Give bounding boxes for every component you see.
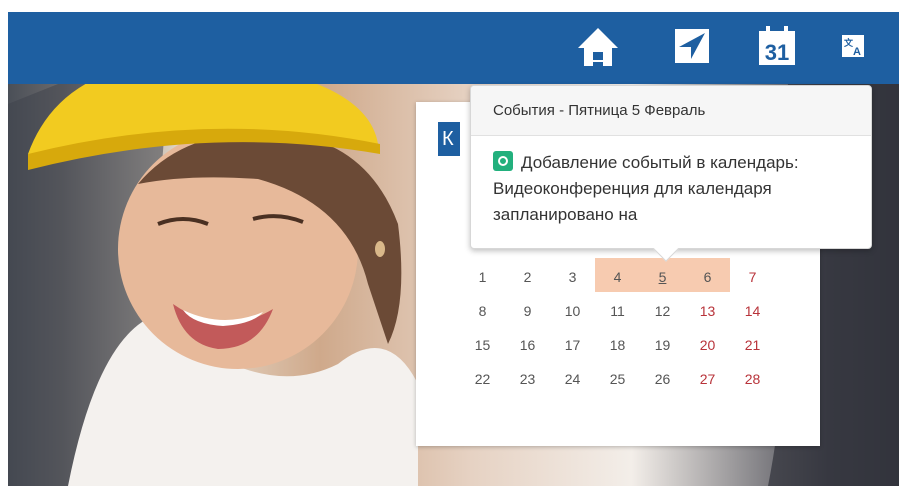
calendar-day[interactable]: 11 [595, 292, 640, 326]
calendar-day[interactable]: 15 [460, 326, 505, 360]
calendar-title: К [438, 122, 460, 156]
calendar-day[interactable]: 17 [550, 326, 595, 360]
calendar-day[interactable]: 8 [460, 292, 505, 326]
popover-title: События - Пятница 5 Февраль [471, 86, 871, 136]
calendar-day[interactable]: 10 [550, 292, 595, 326]
calendar-day[interactable]: 22 [460, 360, 505, 394]
calendar-day[interactable]: 3 [550, 258, 595, 292]
home-icon[interactable] [574, 22, 622, 70]
calendar-day[interactable]: 12 [640, 292, 685, 326]
calendar-day-weekend[interactable]: 7 [730, 258, 775, 292]
calendar-day[interactable]: 1 [460, 258, 505, 292]
calendar-day[interactable]: 2 [505, 258, 550, 292]
event-text: Добавление событый в календарь: Видеокон… [493, 153, 799, 224]
top-navigation-bar: 31 文 A [8, 12, 899, 84]
calendar-day[interactable]: 19 [640, 326, 685, 360]
calendar-day-weekend[interactable]: 20 [685, 326, 730, 360]
calendar-day-weekend[interactable]: 13 [685, 292, 730, 326]
calendar-day-today[interactable]: 5 [640, 258, 685, 292]
calendar-day[interactable]: 26 [640, 360, 685, 394]
calendar-day[interactable]: 9 [505, 292, 550, 326]
calendar-day[interactable]: 24 [550, 360, 595, 394]
calendar-day[interactable]: 18 [595, 326, 640, 360]
calendar-week-row: 22 23 24 25 26 27 28 [460, 360, 775, 394]
calendar-week-row: 8 9 10 11 12 13 14 [460, 292, 775, 326]
event-popover: События - Пятница 5 Февраль Добавление с… [470, 85, 872, 262]
popover-event-item[interactable]: Добавление событый в календарь: Видеокон… [471, 136, 871, 228]
calendar-day-weekend[interactable]: 21 [730, 326, 775, 360]
calendar-week-row: 1 2 3 4 5 6 7 [460, 258, 775, 292]
calendar-day-highlighted[interactable]: 6 [685, 258, 730, 292]
calendar-day[interactable]: 25 [595, 360, 640, 394]
calendar-day-highlighted[interactable]: 4 [595, 258, 640, 292]
calendar-icon[interactable]: 31 [753, 22, 801, 70]
calendar-day-grid: 1 2 3 4 5 6 7 8 9 10 11 12 13 14 15 16 1… [460, 258, 775, 394]
calendar-day-weekend[interactable]: 14 [730, 292, 775, 326]
svg-text:A: A [853, 46, 861, 58]
calendar-day[interactable]: 16 [505, 326, 550, 360]
calendar-day[interactable]: 23 [505, 360, 550, 394]
calendar-week-row: 15 16 17 18 19 20 21 [460, 326, 775, 360]
calendar-icon-label: 31 [765, 40, 789, 65]
calendar-day-weekend[interactable]: 28 [730, 360, 775, 394]
app-frame: 31 文 A К 1 2 3 4 5 6 7 8 9 10 11 12 13 1… [8, 12, 899, 486]
send-icon[interactable] [668, 22, 716, 70]
translate-icon[interactable]: 文 A [833, 22, 873, 70]
calendar-day-weekend[interactable]: 27 [685, 360, 730, 394]
event-badge-icon [493, 151, 513, 171]
